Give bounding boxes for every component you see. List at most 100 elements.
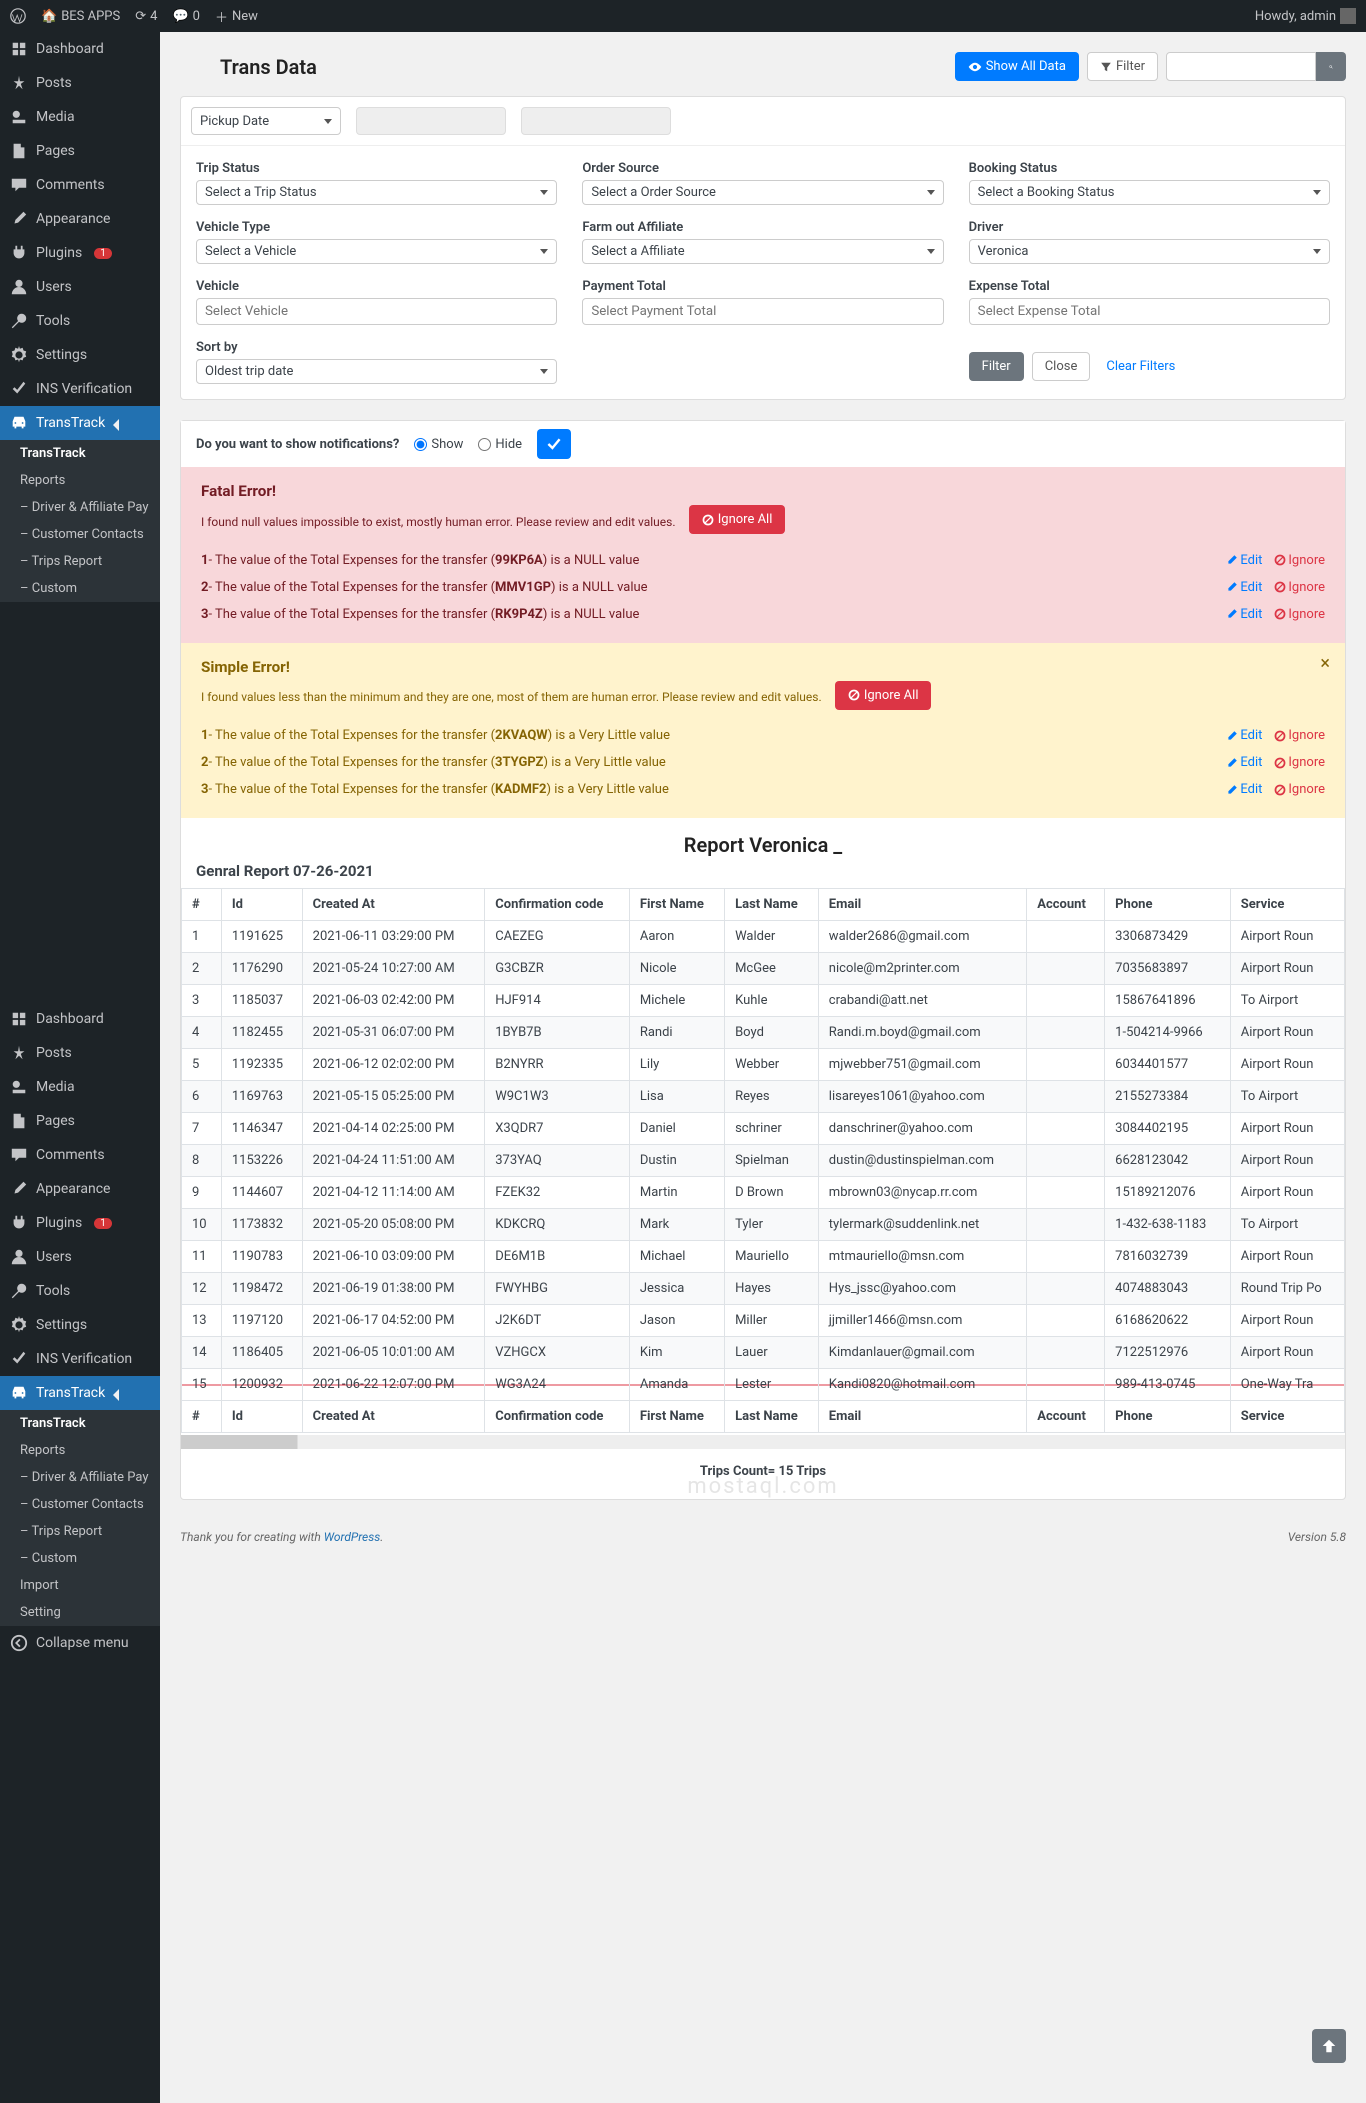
vehicle-input[interactable] bbox=[196, 298, 557, 325]
comments-link[interactable]: 💬 0 bbox=[172, 9, 200, 24]
table-row[interactable]: 911446072021-04-12 11:14:00 AMFZEK32Mart… bbox=[182, 1177, 1345, 1209]
pickup-date-select[interactable]: Pickup Date bbox=[191, 107, 341, 135]
submenu-item[interactable]: – Customer Contacts bbox=[0, 521, 160, 548]
table-row[interactable]: 1512009322021-06-22 12:07:00 PMWG3A24Ama… bbox=[182, 1369, 1345, 1401]
sidebar-item-users[interactable]: Users bbox=[0, 1240, 160, 1274]
sidebar-item-pages[interactable]: Pages bbox=[0, 1104, 160, 1138]
table-row[interactable]: 711463472021-04-14 02:25:00 PMX3QDR7Dani… bbox=[182, 1113, 1345, 1145]
date-from-input[interactable] bbox=[356, 107, 506, 135]
ignore-link[interactable]: Ignore bbox=[1274, 553, 1325, 568]
ignore-link[interactable]: Ignore bbox=[1274, 755, 1325, 770]
sidebar-item-posts[interactable]: Posts bbox=[0, 66, 160, 100]
edit-link[interactable]: Edit bbox=[1226, 580, 1262, 595]
wordpress-link[interactable]: WordPress bbox=[324, 1530, 381, 1544]
expense-total-input[interactable] bbox=[969, 298, 1330, 325]
collapse-menu[interactable]: Collapse menu bbox=[0, 1626, 160, 1660]
sidebar-item-posts[interactable]: Posts bbox=[0, 1036, 160, 1070]
sidebar-item-appearance[interactable]: Appearance bbox=[0, 202, 160, 236]
sidebar-item-settings[interactable]: Settings bbox=[0, 338, 160, 372]
submenu-item[interactable]: – Customer Contacts bbox=[0, 1491, 160, 1518]
submenu-item[interactable]: – Custom bbox=[0, 575, 160, 602]
scroll-top-button[interactable] bbox=[1312, 2029, 1346, 2063]
edit-link[interactable]: Edit bbox=[1226, 755, 1262, 770]
sidebar-item-media[interactable]: Media bbox=[0, 1070, 160, 1104]
vehicle-type-select[interactable]: Select a Vehicle bbox=[196, 239, 557, 264]
table-row[interactable]: 111916252021-06-11 03:29:00 PMCAEZEGAaro… bbox=[182, 921, 1345, 953]
table-row[interactable]: 211762902021-05-24 10:27:00 AMG3CBZRNico… bbox=[182, 953, 1345, 985]
hide-radio[interactable]: Hide bbox=[478, 437, 522, 452]
submenu-item[interactable]: Reports bbox=[0, 467, 160, 494]
table-row[interactable]: 1411864052021-06-05 10:01:00 AMVZHGCXKim… bbox=[182, 1337, 1345, 1369]
table-row[interactable]: 1011738322021-05-20 05:08:00 PMKDKCRQMar… bbox=[182, 1209, 1345, 1241]
sidebar-item-ins-verification[interactable]: INS Verification bbox=[0, 372, 160, 406]
show-radio[interactable]: Show bbox=[414, 437, 463, 452]
close-icon[interactable]: × bbox=[1320, 653, 1330, 674]
sort-by-select[interactable]: Oldest trip date bbox=[196, 359, 557, 384]
updates-link[interactable]: ⟳ 4 bbox=[135, 9, 157, 24]
horizontal-scrollbar[interactable] bbox=[181, 1435, 1345, 1449]
farm-out-select[interactable]: Select a Affiliate bbox=[582, 239, 943, 264]
table-row[interactable]: 1311971202021-06-17 04:52:00 PMJ2K6DTJas… bbox=[182, 1305, 1345, 1337]
ignore-link[interactable]: Ignore bbox=[1274, 607, 1325, 622]
submenu-item[interactable]: Import bbox=[0, 1572, 160, 1599]
ignore-link[interactable]: Ignore bbox=[1274, 782, 1325, 797]
table-row[interactable]: 1211984722021-06-19 01:38:00 PMFWYHBGJes… bbox=[182, 1273, 1345, 1305]
submenu-item[interactable]: – Trips Report bbox=[0, 1518, 160, 1545]
close-filter-button[interactable]: Close bbox=[1032, 352, 1091, 381]
submenu-item[interactable]: – Custom bbox=[0, 1545, 160, 1572]
sidebar-item-media[interactable]: Media bbox=[0, 100, 160, 134]
wp-logo-icon[interactable] bbox=[10, 8, 26, 24]
edit-link[interactable]: Edit bbox=[1226, 728, 1262, 743]
table-row[interactable]: 811532262021-04-24 11:51:00 AM373YAQDust… bbox=[182, 1145, 1345, 1177]
submenu-item[interactable]: TransTrack bbox=[0, 1410, 160, 1437]
sidebar-item-tools[interactable]: Tools bbox=[0, 304, 160, 338]
fatal-ignore-all-button[interactable]: Ignore All bbox=[689, 505, 786, 534]
howdy-user[interactable]: Howdy, admin bbox=[1255, 8, 1356, 24]
sidebar-item-comments[interactable]: Comments bbox=[0, 168, 160, 202]
payment-total-input[interactable] bbox=[582, 298, 943, 325]
sidebar-item-ins-verification[interactable]: INS Verification bbox=[0, 1342, 160, 1376]
sidebar-item-settings[interactable]: Settings bbox=[0, 1308, 160, 1342]
search-button[interactable] bbox=[1316, 52, 1346, 81]
sidebar-item-comments[interactable]: Comments bbox=[0, 1138, 160, 1172]
submenu-item[interactable]: – Driver & Affiliate Pay bbox=[0, 1464, 160, 1491]
apply-filter-button[interactable]: Filter bbox=[969, 352, 1024, 381]
submenu-item[interactable]: Reports bbox=[0, 1437, 160, 1464]
sidebar-item-users[interactable]: Users bbox=[0, 270, 160, 304]
submenu-item[interactable]: TransTrack bbox=[0, 440, 160, 467]
submenu-item[interactable]: Setting bbox=[0, 1599, 160, 1626]
sidebar-item-dashboard[interactable]: Dashboard bbox=[0, 32, 160, 66]
table-row[interactable]: 1111907832021-06-10 03:09:00 PMDE6M1BMic… bbox=[182, 1241, 1345, 1273]
site-name[interactable]: 🏠 BES APPS bbox=[41, 9, 120, 24]
submenu-item[interactable]: – Trips Report bbox=[0, 548, 160, 575]
ignore-link[interactable]: Ignore bbox=[1274, 580, 1325, 595]
edit-link[interactable]: Edit bbox=[1226, 607, 1262, 622]
show-all-data-button[interactable]: Show All Data bbox=[955, 52, 1079, 81]
filter-button[interactable]: Filter bbox=[1087, 52, 1158, 81]
table-row[interactable]: 411824552021-05-31 06:07:00 PM1BYB7BRand… bbox=[182, 1017, 1345, 1049]
sidebar-item-transtrack[interactable]: TransTrack bbox=[0, 1376, 160, 1410]
trip-status-select[interactable]: Select a Trip Status bbox=[196, 180, 557, 205]
simple-ignore-all-button[interactable]: Ignore All bbox=[835, 681, 932, 710]
order-source-select[interactable]: Select a Order Source bbox=[582, 180, 943, 205]
submenu-item[interactable]: – Driver & Affiliate Pay bbox=[0, 494, 160, 521]
sidebar-item-appearance[interactable]: Appearance bbox=[0, 1172, 160, 1206]
sidebar-item-transtrack[interactable]: TransTrack bbox=[0, 406, 160, 440]
edit-link[interactable]: Edit bbox=[1226, 782, 1262, 797]
sidebar-item-dashboard[interactable]: Dashboard bbox=[0, 1002, 160, 1036]
search-input[interactable] bbox=[1166, 52, 1316, 81]
ignore-link[interactable]: Ignore bbox=[1274, 728, 1325, 743]
clear-filters-link[interactable]: Clear Filters bbox=[1106, 359, 1175, 374]
booking-status-select[interactable]: Select a Booking Status bbox=[969, 180, 1330, 205]
new-link[interactable]: ＋ New bbox=[215, 7, 258, 26]
date-to-input[interactable] bbox=[521, 107, 671, 135]
sidebar-item-plugins[interactable]: Plugins1 bbox=[0, 1206, 160, 1240]
edit-link[interactable]: Edit bbox=[1226, 553, 1262, 568]
table-row[interactable]: 511923352021-06-12 02:02:00 PMB2NYRRLily… bbox=[182, 1049, 1345, 1081]
confirm-notif-button[interactable] bbox=[537, 429, 571, 459]
sidebar-item-pages[interactable]: Pages bbox=[0, 134, 160, 168]
driver-select[interactable]: Veronica bbox=[969, 239, 1330, 264]
sidebar-item-tools[interactable]: Tools bbox=[0, 1274, 160, 1308]
table-row[interactable]: 611697632021-05-15 05:25:00 PMW9C1W3Lisa… bbox=[182, 1081, 1345, 1113]
sidebar-item-plugins[interactable]: Plugins1 bbox=[0, 236, 160, 270]
